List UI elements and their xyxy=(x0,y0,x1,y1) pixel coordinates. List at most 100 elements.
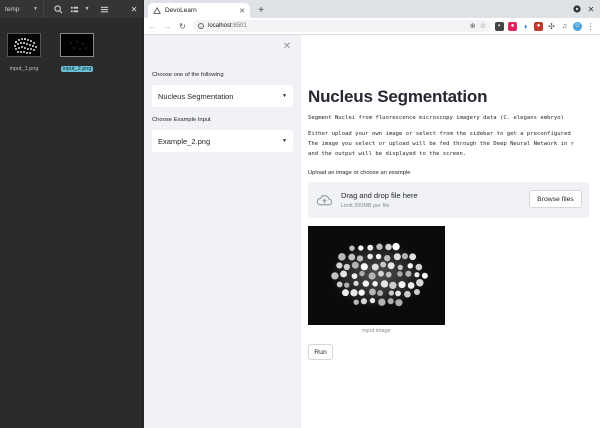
nucleus xyxy=(351,261,359,269)
nucleus xyxy=(362,280,370,287)
extension-incognito-icon[interactable]: ◐ xyxy=(495,21,504,31)
arrow-left-icon: ← xyxy=(148,21,157,31)
mode-select-label: Choose one of the following xyxy=(152,72,224,78)
nucleus xyxy=(343,263,350,271)
media-icon[interactable]: ♫ xyxy=(560,21,569,31)
example-select-value: Example_2.png xyxy=(158,136,211,146)
close-window-button[interactable]: ✕ xyxy=(125,0,143,18)
nucleus xyxy=(407,263,413,269)
file-item-input-1[interactable]: input_1.png xyxy=(6,33,42,75)
nucleus xyxy=(348,253,356,261)
nucleus xyxy=(353,299,359,305)
nucleus xyxy=(397,271,403,277)
tab-strip: DevoLearn ✕ + ✕ xyxy=(144,0,600,18)
list-view-icon xyxy=(70,6,78,12)
description-line-3: and the output will be displayed to the … xyxy=(308,151,467,157)
browse-files-button[interactable]: Browse files xyxy=(529,190,582,208)
url-port: :8501 xyxy=(231,23,247,29)
nucleus xyxy=(384,254,391,262)
star-icon[interactable]: ☆ xyxy=(480,22,486,30)
nucleus xyxy=(350,289,358,297)
nucleus xyxy=(387,298,394,305)
sidebar: ✕ Choose one of the following Nucleus Se… xyxy=(144,35,344,428)
close-icon: ✕ xyxy=(282,40,292,52)
nucleus xyxy=(336,262,343,269)
nucleus xyxy=(397,264,403,270)
nucleus xyxy=(369,288,376,296)
streamlit-favicon-icon xyxy=(153,6,161,15)
subtitle-text: Segment Nuclei from fluorescence microsc… xyxy=(308,115,564,121)
nucleus xyxy=(336,281,343,288)
example-select[interactable]: Example_2.png ▼ xyxy=(152,130,293,152)
upload-label: Upload an image or choose an example xyxy=(308,170,411,176)
search-icon xyxy=(53,4,62,13)
plus-icon: + xyxy=(258,4,264,16)
nucleus xyxy=(385,243,392,251)
description-line-2: The image you select or upload will be f… xyxy=(308,141,575,147)
run-button[interactable]: Run xyxy=(308,344,333,360)
nucleus xyxy=(393,253,401,261)
close-tab-icon[interactable]: ✕ xyxy=(239,7,245,15)
nucleus xyxy=(404,290,411,298)
nucleus xyxy=(389,281,397,290)
input-image xyxy=(308,226,445,325)
nucleus xyxy=(392,242,400,251)
nucleus xyxy=(369,297,376,304)
embryo-thumbnail-image xyxy=(8,34,40,56)
caret-down-icon: ▼ xyxy=(282,93,287,99)
back-button[interactable]: ← xyxy=(146,20,159,33)
zoom-icon[interactable]: ⊕ xyxy=(470,22,476,30)
nucleus xyxy=(375,253,382,260)
avatar[interactable]: ☺ xyxy=(573,21,582,31)
nucleus xyxy=(378,270,384,277)
mode-select[interactable]: Nucleus Segmentation ▼ xyxy=(152,85,293,107)
address-bar[interactable]: i localhost:8501 ⊕ ☆ xyxy=(193,20,491,32)
extension-cast-icon[interactable]: ◖ xyxy=(521,21,530,31)
puzzle-icon[interactable]: ✣ xyxy=(547,21,556,31)
nucleus xyxy=(380,261,387,268)
dropzone-instruction: Drag and drop file here xyxy=(341,191,418,200)
new-tab-button[interactable]: + xyxy=(254,3,268,17)
nucleus xyxy=(405,270,412,277)
chevron-down-icon: ▼ xyxy=(84,6,90,12)
file-thumbnail xyxy=(60,33,94,57)
nucleus xyxy=(376,243,383,250)
extension-record-icon[interactable]: ● xyxy=(534,21,543,31)
nucleus xyxy=(388,290,395,296)
kebab-menu-icon[interactable]: ⋮ xyxy=(586,21,595,31)
file-name: input_1.png xyxy=(9,66,39,72)
nucleus xyxy=(413,289,421,296)
cloud-upload-icon xyxy=(316,195,333,206)
nucleus xyxy=(359,270,365,277)
nucleus xyxy=(385,271,392,278)
nucleus xyxy=(351,273,358,279)
menu-button[interactable] xyxy=(96,0,112,18)
tab-devolearn[interactable]: DevoLearn ✕ xyxy=(148,3,250,18)
view-options-button[interactable] xyxy=(66,0,82,18)
close-browser-button[interactable]: ✕ xyxy=(586,4,596,14)
forward-button[interactable]: → xyxy=(161,20,174,33)
view-dropdown-button[interactable]: ▼ xyxy=(82,0,92,18)
profile-menu-button[interactable] xyxy=(572,4,582,14)
reload-button[interactable]: ↻ xyxy=(176,20,189,33)
file-dropzone[interactable]: Drag and drop file here Limit 200MB per … xyxy=(308,182,589,218)
nucleus xyxy=(371,263,379,271)
search-button[interactable] xyxy=(50,0,66,18)
nucleus xyxy=(360,298,368,305)
sidebar-close-button[interactable]: ✕ xyxy=(282,40,292,52)
info-icon: i xyxy=(198,23,204,29)
file-manager-toolbar: temp ▼ ▼ ✕ xyxy=(0,0,143,18)
nucleus xyxy=(398,281,406,289)
location-dropdown[interactable]: temp ▼ xyxy=(0,0,44,18)
file-name: input_2.png xyxy=(60,66,94,72)
nucleus xyxy=(378,298,386,306)
page-title: Nucleus Segmentation xyxy=(308,87,488,106)
embryo-microscopy-image xyxy=(308,226,445,325)
nucleus xyxy=(416,278,424,287)
extension-red-icon[interactable]: ● xyxy=(508,21,517,31)
close-icon: ✕ xyxy=(587,4,595,14)
file-item-input-2[interactable]: input_2.png xyxy=(59,33,95,75)
reload-icon: ↻ xyxy=(179,21,186,31)
close-icon: ✕ xyxy=(130,4,138,14)
nucleus xyxy=(415,263,423,271)
